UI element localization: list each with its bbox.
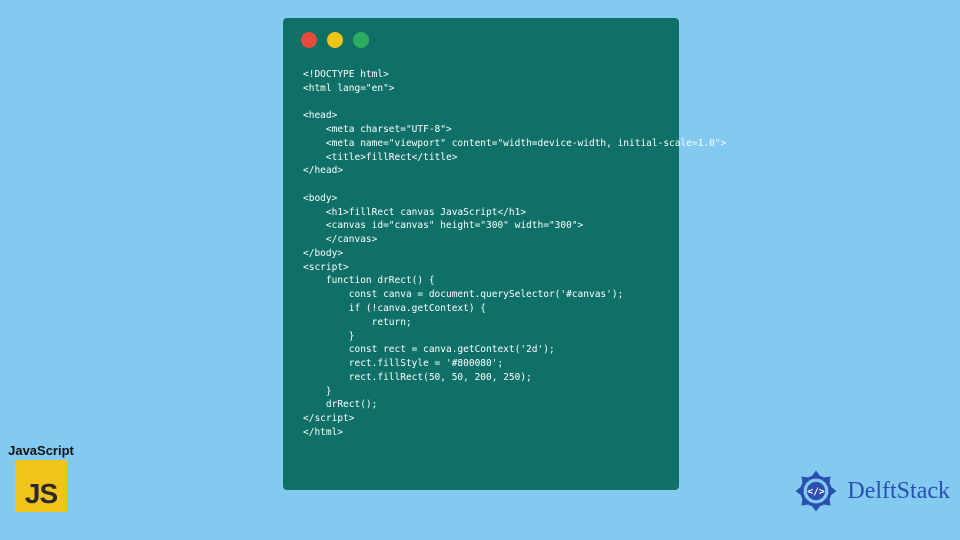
minimize-icon: [327, 32, 343, 48]
maximize-icon: [353, 32, 369, 48]
svg-text:</>: </>: [808, 486, 826, 497]
delftstack-logo: </> DelftStack: [789, 464, 950, 518]
javascript-logo-text: JS: [25, 478, 57, 512]
javascript-label: JavaScript: [2, 443, 80, 458]
window-controls: [283, 18, 679, 54]
javascript-badge: JavaScript JS: [2, 443, 80, 512]
code-block: <!DOCTYPE html> <html lang="en"> <head> …: [283, 54, 679, 450]
delftstack-icon: </>: [789, 464, 843, 518]
delftstack-text: DelftStack: [847, 478, 950, 505]
javascript-logo-icon: JS: [15, 460, 67, 512]
code-window: <!DOCTYPE html> <html lang="en"> <head> …: [283, 18, 679, 490]
close-icon: [301, 32, 317, 48]
